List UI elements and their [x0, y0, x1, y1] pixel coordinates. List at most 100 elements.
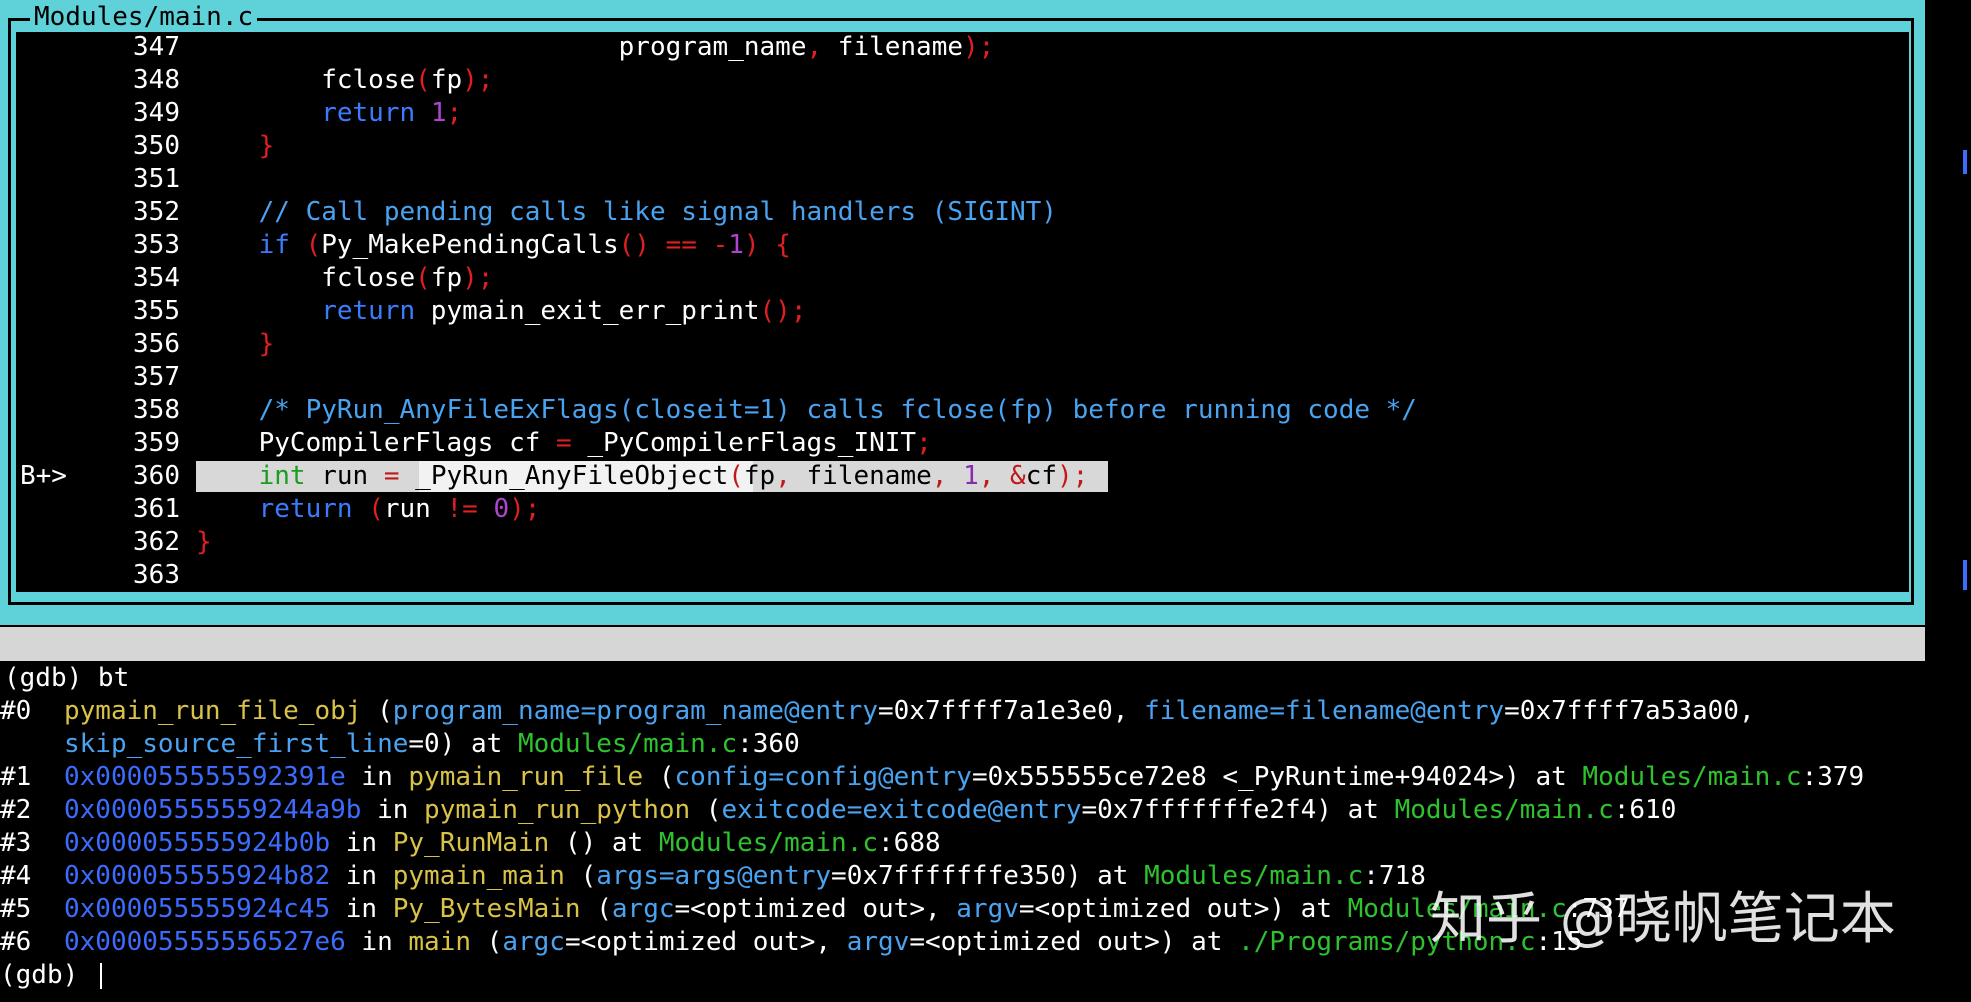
source-line[interactable]: B+> 360 int run = _PyRun_AnyFileObject(fp…	[16, 460, 1909, 493]
line-number: 351	[133, 164, 180, 194]
frame-text: (	[643, 762, 675, 792]
function-name: pymain_run_file	[408, 762, 644, 792]
source-code-panel[interactable]: 347 program_name, filename); 348 fclose(f…	[16, 32, 1909, 592]
code-token: =	[556, 428, 572, 458]
source-line[interactable]: 357	[16, 361, 1909, 394]
source-line[interactable]: 355 return pymain_exit_err_print();	[16, 295, 1909, 328]
frame-detail: skip_source_first_line=0) at Modules/mai…	[64, 728, 800, 761]
source-window-title: Modules/main.c	[30, 2, 258, 32]
status-bar: multi-thre Thread 0x7ffff7ca47 In: pymai…	[0, 627, 1925, 727]
frame-text: =0x7ffff7a53a00,	[1504, 696, 1755, 726]
code-token: if	[196, 230, 290, 260]
code-token: !=	[446, 494, 478, 524]
code-token: ,	[931, 461, 948, 491]
code-text: // Call pending calls like signal handle…	[196, 196, 1057, 229]
console-command-line: (gdb) bt	[4, 663, 130, 693]
frame-number: #3	[0, 828, 32, 858]
code-text: /* PyRun_AnyFileExFlags(closeit=1) calls…	[196, 394, 1417, 427]
gdb-prompt-input[interactable]: (gdb)	[0, 959, 102, 992]
code-token: );	[509, 494, 541, 524]
code-text: }	[196, 526, 212, 559]
line-number: 348	[133, 65, 180, 95]
function-name: pymain_run_file_obj	[64, 696, 362, 726]
frame-text: =<optimized out>,	[564, 927, 847, 957]
source-line[interactable]: 356 }	[16, 328, 1909, 361]
line-number: 360	[133, 461, 180, 491]
code-text: fclose(fp);	[196, 64, 493, 97]
source-line[interactable]: 350 }	[16, 130, 1909, 163]
source-window: Modules/main.c 347 program_name, filenam…	[0, 0, 1925, 625]
code-token: _PyRun_AnyFileObject	[399, 461, 729, 491]
source-line[interactable]: 347 program_name, filename);	[16, 31, 1909, 64]
source-line[interactable]: 363	[16, 559, 1909, 592]
code-token: filename	[790, 461, 932, 491]
frame-text: in	[330, 828, 393, 858]
source-line[interactable]: 349 return 1;	[16, 97, 1909, 130]
code-token: }	[196, 131, 275, 161]
frame-address: 0x000055555924b0b	[64, 828, 331, 858]
frame-text: (	[471, 927, 503, 957]
code-token: ()	[618, 230, 650, 260]
frame-text: (	[361, 696, 393, 726]
code-token: =	[383, 461, 400, 491]
line-number: 361	[133, 494, 180, 524]
frame-detail: pymain_run_file_obj (program_name=progra…	[64, 695, 1755, 728]
scrollbar-marker[interactable]	[1963, 150, 1967, 174]
code-text: }	[196, 130, 275, 163]
function-name: pymain_run_python	[424, 795, 691, 825]
line-number: 349	[133, 98, 180, 128]
watermark: 知乎 @晓帆笔记本	[1430, 887, 1896, 952]
code-text: fclose(fp);	[196, 262, 493, 295]
frame-text: argv	[956, 894, 1019, 924]
code-token: 1	[963, 461, 979, 491]
status-thread-info: multi-thre Thread 0x7ffff7ca47 In: pymai…	[4, 663, 850, 693]
code-token: );	[1057, 461, 1089, 491]
code-token: ,	[978, 461, 995, 491]
line-number: 350	[133, 131, 180, 161]
code-token: return	[196, 296, 416, 326]
code-token: (	[415, 65, 431, 95]
code-token: (	[728, 461, 744, 491]
source-line[interactable]: 358 /* PyRun_AnyFileExFlags(closeit=1) c…	[16, 394, 1909, 427]
frame-text: argc	[611, 894, 675, 924]
source-line[interactable]: 351	[16, 163, 1909, 196]
frame-text: =<optimized out>,	[674, 894, 957, 924]
breakpoint-marker[interactable]: B+>	[20, 460, 80, 493]
code-token: program_name	[196, 32, 807, 62]
code-token: fp	[743, 461, 776, 491]
source-line[interactable]: 361 return (run != 0);	[16, 493, 1909, 526]
frame-text: :379	[1801, 762, 1865, 792]
code-token: run	[383, 494, 447, 524]
line-number: 347	[133, 32, 180, 62]
source-file-link: Modules/main.c	[517, 729, 738, 759]
source-line[interactable]: 354 fclose(fp);	[16, 262, 1909, 295]
source-line[interactable]: 353 if (Py_MakePendingCalls() == -1) {	[16, 229, 1909, 262]
line-number: 355	[133, 296, 180, 326]
frame-text: (	[690, 795, 722, 825]
frame-text: =<optimized out>) at	[909, 927, 1239, 957]
code-text: program_name, filename);	[196, 31, 995, 64]
line-number: 358	[133, 395, 180, 425]
scrollbar-marker[interactable]	[1963, 560, 1967, 590]
code-text: PyCompilerFlags cf = _PyCompilerFlags_IN…	[196, 427, 932, 460]
prompt-text: (gdb)	[0, 960, 94, 990]
frame-text: args=args@entry	[596, 861, 832, 891]
code-token: {	[775, 230, 791, 260]
code-token: 1	[430, 98, 447, 128]
function-name: Py_BytesMain	[392, 894, 581, 924]
frame-text: :610	[1613, 795, 1677, 825]
code-token: PyCompilerFlags cf	[196, 428, 557, 458]
code-token: filename	[822, 32, 964, 62]
source-line[interactable]: 352 // Call pending calls like signal ha…	[16, 196, 1909, 229]
code-token: )	[743, 230, 760, 260]
code-text: if (Py_MakePendingCalls() == -1) {	[196, 229, 791, 262]
source-line[interactable]: 362}	[16, 526, 1909, 559]
frame-text: :688	[878, 828, 941, 858]
source-line[interactable]: 348 fclose(fp);	[16, 64, 1909, 97]
frame-detail: 0x000055555924b82 in pymain_main (args=a…	[64, 860, 1426, 893]
source-line[interactable]: 359 PyCompilerFlags cf = _PyCompilerFlag…	[16, 427, 1909, 460]
code-token: }	[196, 329, 275, 359]
frame-text: =0x7ffff7a1e3e0,	[878, 696, 1145, 726]
